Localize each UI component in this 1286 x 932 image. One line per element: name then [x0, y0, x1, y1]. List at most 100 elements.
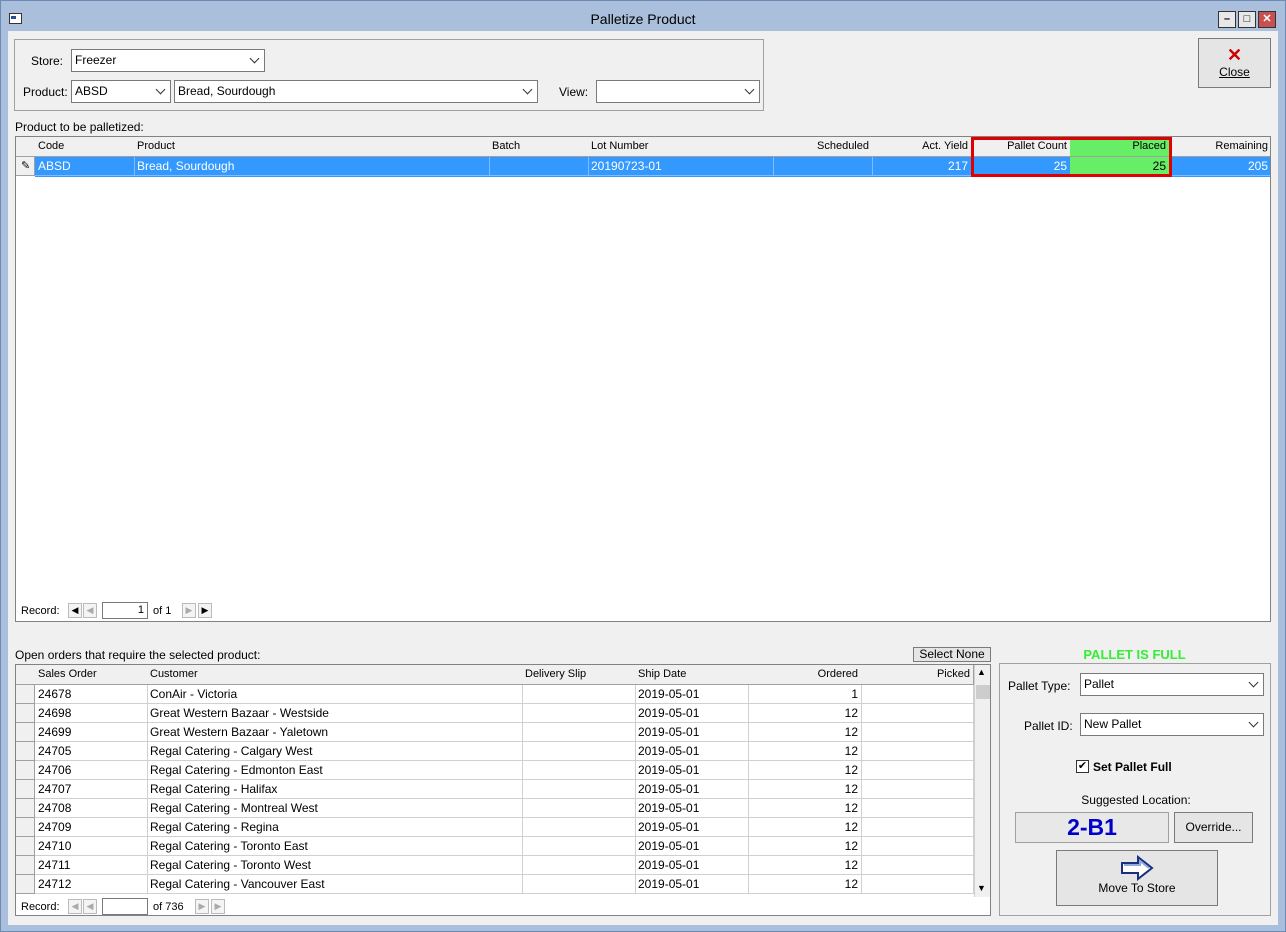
col-pallet-count[interactable]: Pallet Count [971, 137, 1071, 157]
prev-record-icon[interactable]: ◀ [83, 899, 97, 914]
col-placed[interactable]: Placed [1070, 137, 1170, 157]
scroll-down-icon[interactable]: ▼ [977, 883, 986, 893]
chevron-down-icon[interactable] [1246, 674, 1263, 695]
first-record-icon[interactable]: ◀ [68, 899, 82, 914]
cell-delivery-slip [522, 818, 636, 837]
col-delivery-slip[interactable]: Delivery Slip [522, 665, 636, 685]
cell-customer: Regal Catering - Vancouver East [147, 875, 523, 894]
cell-ship-date: 2019-05-01 [635, 723, 749, 742]
cell-picked [861, 704, 974, 723]
table-row[interactable]: 24698 Great Western Bazaar - Westside 2019… [16, 704, 974, 723]
product-code-select[interactable]: ABSD [71, 80, 171, 103]
cell-customer: Regal Catering - Calgary West [147, 742, 523, 761]
orders-record-nav: Record: ◀ ◀ of 736 ▶ ▶ [20, 898, 320, 915]
cell-picked [861, 799, 974, 818]
record-number-input[interactable] [102, 898, 148, 915]
pallet-type-value: Pallet [1084, 677, 1115, 691]
cell-ordered: 12 [748, 742, 862, 761]
product-grid-caption: Product to be palletized: [15, 120, 144, 134]
cell-customer: Regal Catering - Toronto West [147, 856, 523, 875]
window-title: Palletize Product [590, 11, 696, 27]
minimize-button[interactable]: – [1218, 11, 1236, 28]
table-row[interactable]: 24709 Regal Catering - Regina 2019-05-01 12 [16, 818, 974, 837]
table-row[interactable]: 24705 Regal Catering - Calgary West 2019-0… [16, 742, 974, 761]
cell-picked [861, 780, 974, 799]
col-ship-date[interactable]: Ship Date [635, 665, 749, 685]
close-button[interactable]: ✕ Close [1198, 38, 1271, 88]
chevron-down-icon[interactable] [520, 81, 537, 102]
table-row[interactable]: 24708 Regal Catering - Montreal West 2019-… [16, 799, 974, 818]
table-row[interactable]: 24712 Regal Catering - Vancouver East 2019… [16, 875, 974, 894]
suggested-location-label: Suggested Location: [1081, 793, 1191, 807]
col-picked[interactable]: Picked [861, 665, 974, 685]
row-selector[interactable]: ✎ [16, 157, 35, 176]
pallet-type-select[interactable]: Pallet [1080, 673, 1264, 696]
orders-scrollbar[interactable]: ▲ ▼ [974, 665, 990, 897]
cell-sales-order: 24712 [35, 875, 148, 894]
cell-customer: Regal Catering - Montreal West [147, 799, 523, 818]
close-window-button[interactable]: ✕ [1258, 11, 1276, 28]
next-record-icon[interactable]: ▶ [195, 899, 209, 914]
suggested-location-value: 2-B1 [1015, 812, 1169, 843]
chevron-down-icon[interactable] [247, 50, 264, 71]
table-row[interactable]: 24711 Regal Catering - Toronto West 2019-0… [16, 856, 974, 875]
cell-remaining: 205 [1169, 157, 1270, 176]
product-name-select[interactable]: Bread, Sourdough [174, 80, 538, 103]
col-customer[interactable]: Customer [147, 665, 523, 685]
cell-picked [861, 818, 974, 837]
col-product[interactable]: Product [134, 137, 490, 157]
override-button[interactable]: Override... [1174, 812, 1253, 843]
chevron-down-icon[interactable] [153, 81, 170, 102]
record-label: Record: [21, 605, 60, 617]
next-record-icon[interactable]: ▶ [182, 603, 196, 618]
last-record-icon[interactable]: ▶ [211, 899, 225, 914]
store-value: Freezer [75, 53, 117, 67]
cell-delivery-slip [522, 685, 636, 704]
prev-record-icon[interactable]: ◀ [83, 603, 97, 618]
cell-ordered: 12 [748, 818, 862, 837]
col-code[interactable]: Code [35, 137, 135, 157]
pallet-type-label: Pallet Type: [1008, 679, 1071, 693]
scroll-thumb[interactable] [976, 685, 990, 699]
cell-delivery-slip [522, 761, 636, 780]
col-act-yield[interactable]: Act. Yield [872, 137, 972, 157]
chevron-down-icon[interactable] [742, 81, 759, 102]
palletize-window: Palletize Product – □ ✕ Store: Freezer P… [0, 0, 1286, 932]
view-select[interactable] [596, 80, 760, 103]
cell-delivery-slip [522, 856, 636, 875]
maximize-button[interactable]: □ [1238, 11, 1256, 28]
col-remaining[interactable]: Remaining [1169, 137, 1270, 157]
cell-sales-order: 24708 [35, 799, 148, 818]
col-batch[interactable]: Batch [489, 137, 589, 157]
scroll-up-icon[interactable]: ▲ [977, 667, 986, 677]
pallet-id-select[interactable]: New Pallet [1080, 713, 1264, 736]
col-sales-order[interactable]: Sales Order [35, 665, 148, 685]
table-row[interactable]: 24710 Regal Catering - Toronto East 2019-0… [16, 837, 974, 856]
cell-act-yield: 217 [872, 157, 972, 176]
cell-batch [489, 157, 589, 176]
cell-ordered: 12 [748, 723, 862, 742]
table-row[interactable]: 24707 Regal Catering - Halifax 2019-05-01 1… [16, 780, 974, 799]
store-select[interactable]: Freezer [71, 49, 265, 72]
cell-ordered: 1 [748, 685, 862, 704]
move-to-store-button[interactable]: Move To Store [1056, 850, 1218, 906]
first-record-icon[interactable]: ◀ [68, 603, 82, 618]
pallet-id-value: New Pallet [1084, 717, 1142, 731]
cell-ordered: 12 [748, 856, 862, 875]
set-pallet-full-checkbox[interactable]: ✔ [1076, 760, 1089, 773]
table-row[interactable]: 24706 Regal Catering - Edmonton East 2019-… [16, 761, 974, 780]
select-none-button[interactable]: Select None [913, 647, 991, 662]
cell-customer: ConAir - Victoria [147, 685, 523, 704]
table-row[interactable]: 24678 ConAir - Victoria 2019-05-01 1 [16, 685, 974, 704]
chevron-down-icon[interactable] [1246, 714, 1263, 735]
table-row[interactable]: 24699 Great Western Bazaar - Yaletown 2019… [16, 723, 974, 742]
col-scheduled[interactable]: Scheduled [773, 137, 873, 157]
col-ordered[interactable]: Ordered [748, 665, 862, 685]
orders-grid-caption: Open orders that require the selected pr… [15, 648, 261, 662]
col-lot-number[interactable]: Lot Number [588, 137, 774, 157]
record-number-input[interactable]: 1 [102, 602, 148, 619]
last-record-icon[interactable]: ▶ [198, 603, 212, 618]
cell-picked [861, 837, 974, 856]
table-row[interactable]: ABSD Bread, Sourdough 20190723-01 217 25… [35, 157, 1270, 177]
cell-picked [861, 856, 974, 875]
